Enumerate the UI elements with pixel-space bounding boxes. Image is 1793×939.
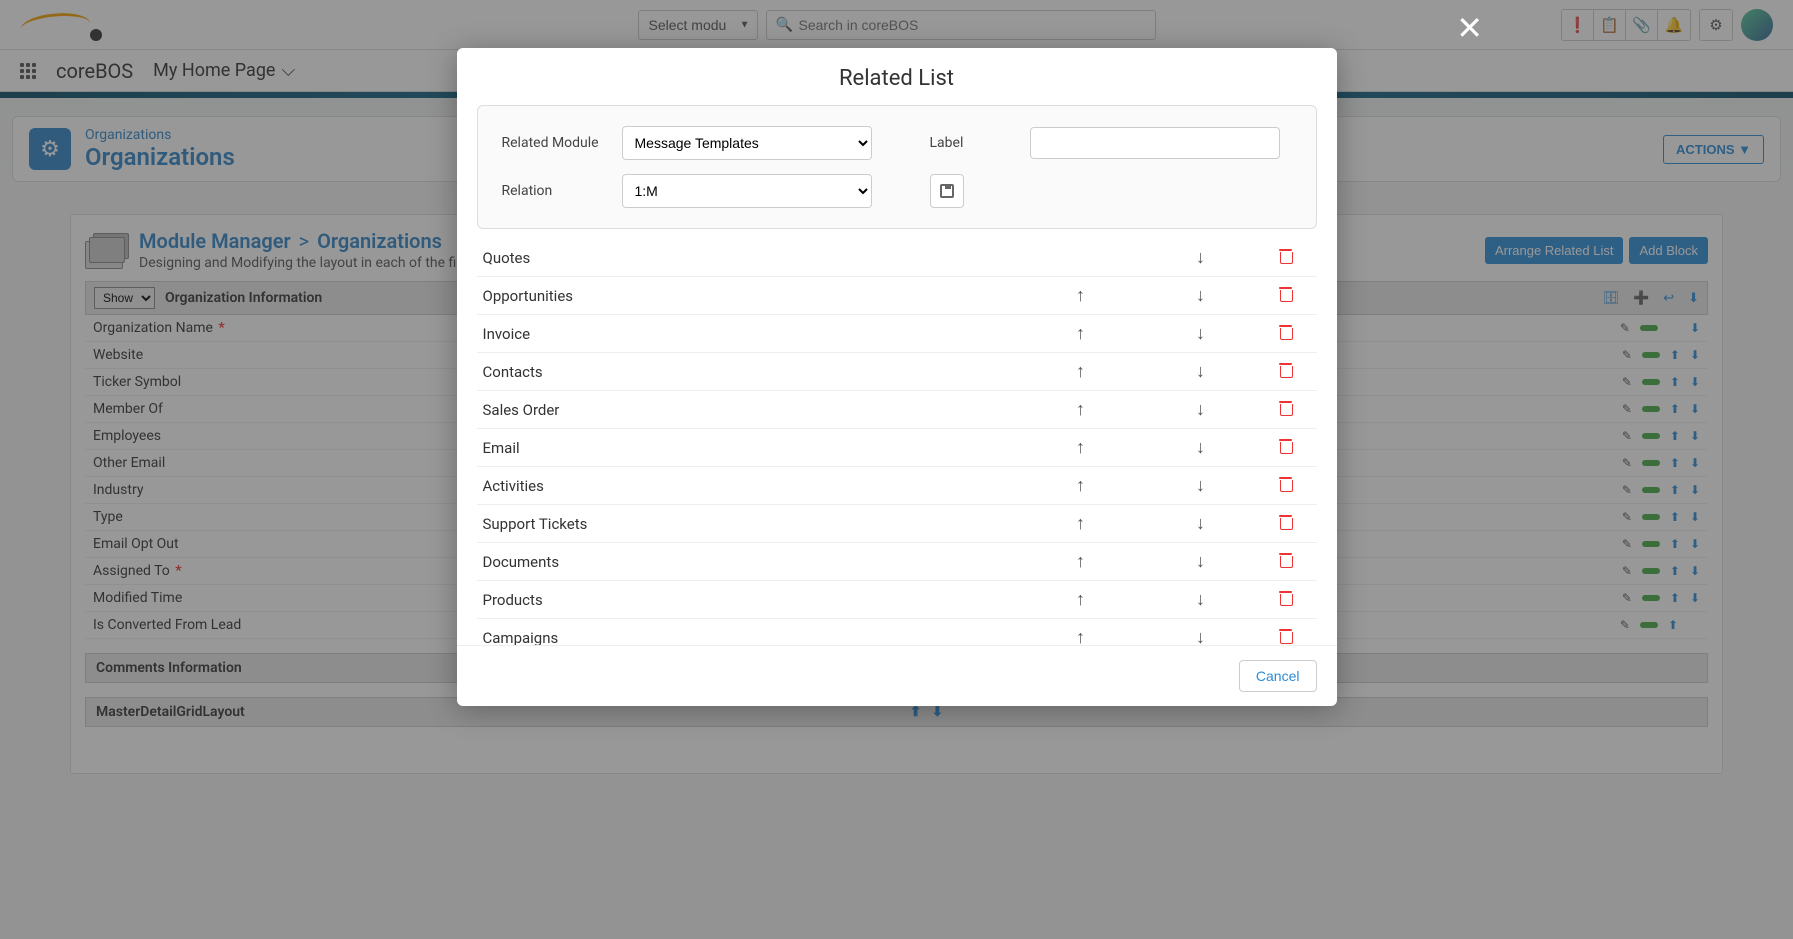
move-up-button[interactable]: ↑ [1021,513,1141,534]
move-down-button[interactable]: ↓ [1141,399,1261,420]
label-field-label: Label [930,135,1030,151]
move-up-button[interactable]: ↑ [1021,475,1141,496]
move-up-button[interactable]: ↑ [1021,361,1141,382]
related-module-name: Contacts [483,363,1021,381]
arrow-up-icon: ↑ [1076,551,1085,572]
related-list-row: Quotes ↓ [477,239,1317,277]
arrow-down-icon: ↓ [1196,513,1205,534]
label-input[interactable] [1030,127,1280,159]
related-list-row: Opportunities ↑ ↓ [477,277,1317,315]
delete-button[interactable] [1261,589,1311,610]
move-down-button[interactable]: ↓ [1141,285,1261,306]
move-up-button[interactable]: ↑ [1021,589,1141,610]
move-up-button[interactable]: ↑ [1021,437,1141,458]
move-down-button[interactable]: ↓ [1141,513,1261,534]
arrow-up-icon: ↑ [1076,285,1085,306]
arrow-up-icon: ↑ [1076,513,1085,534]
form-panel: Related Module Message Templates Label R… [477,105,1317,229]
arrow-down-icon: ↓ [1196,551,1205,572]
arrow-down-icon: ↓ [1196,247,1205,268]
cancel-button[interactable]: Cancel [1239,660,1317,692]
arrow-up-icon: ↑ [1076,589,1085,610]
delete-button[interactable] [1261,627,1311,645]
move-down-button[interactable]: ↓ [1141,437,1261,458]
delete-button[interactable] [1261,475,1311,496]
save-icon [940,184,954,198]
move-up-button[interactable]: ↑ [1021,285,1141,306]
relation-select[interactable]: 1:M [622,174,872,208]
related-list-row: Contacts ↑ ↓ [477,353,1317,391]
arrow-down-icon: ↓ [1196,285,1205,306]
close-icon[interactable]: ✕ [1456,12,1483,44]
move-up-button[interactable]: ↑ [1021,551,1141,572]
arrow-up-icon: ↑ [1076,323,1085,344]
delete-button[interactable] [1261,247,1311,268]
move-down-button[interactable]: ↓ [1141,589,1261,610]
related-module-name: Quotes [483,249,1021,267]
delete-button[interactable] [1261,437,1311,458]
move-up-button[interactable]: ↑ [1021,323,1141,344]
relation-label: Relation [502,183,622,199]
delete-button[interactable] [1261,399,1311,420]
related-module-name: Email [483,439,1021,457]
arrow-up-icon: ↑ [1076,361,1085,382]
trash-icon [1279,591,1292,605]
trash-icon [1279,249,1292,263]
related-list-row: Campaigns ↑ ↓ [477,619,1317,645]
delete-button[interactable] [1261,323,1311,344]
related-list-row: Products ↑ ↓ [477,581,1317,619]
move-down-button[interactable]: ↓ [1141,475,1261,496]
move-down-button[interactable]: ↓ [1141,323,1261,344]
trash-icon [1279,287,1292,301]
trash-icon [1279,553,1292,567]
related-module-name: Opportunities [483,287,1021,305]
delete-button[interactable] [1261,551,1311,572]
arrow-down-icon: ↓ [1196,437,1205,458]
related-list-row: Support Tickets ↑ ↓ [477,505,1317,543]
arrow-down-icon: ↓ [1196,627,1205,645]
related-module-select[interactable]: Message Templates [622,126,872,160]
trash-icon [1279,401,1292,415]
trash-icon [1279,629,1292,643]
move-down-button[interactable]: ↓ [1141,627,1261,645]
move-down-button[interactable]: ↓ [1141,247,1261,268]
arrow-up-icon: ↑ [1076,399,1085,420]
related-module-name: Sales Order [483,401,1021,419]
delete-button[interactable] [1261,361,1311,382]
related-module-name: Documents [483,553,1021,571]
arrow-down-icon: ↓ [1196,475,1205,496]
trash-icon [1279,439,1292,453]
arrow-up-icon: ↑ [1076,475,1085,496]
related-module-name: Support Tickets [483,515,1021,533]
arrow-up-icon: ↑ [1076,437,1085,458]
related-module-label: Related Module [502,135,622,151]
related-list-row: Invoice ↑ ↓ [477,315,1317,353]
related-module-name: Activities [483,477,1021,495]
trash-icon [1279,477,1292,491]
move-down-button[interactable]: ↓ [1141,551,1261,572]
related-list-row: Email ↑ ↓ [477,429,1317,467]
arrow-up-icon: ↑ [1076,627,1085,645]
delete-button[interactable] [1261,513,1311,534]
related-module-name: Invoice [483,325,1021,343]
trash-icon [1279,515,1292,529]
trash-icon [1279,325,1292,339]
save-button[interactable] [930,174,964,208]
related-list-row: Sales Order ↑ ↓ [477,391,1317,429]
arrow-down-icon: ↓ [1196,589,1205,610]
related-module-name: Campaigns [483,629,1021,646]
related-list-row: Documents ↑ ↓ [477,543,1317,581]
arrow-down-icon: ↓ [1196,399,1205,420]
move-down-button[interactable]: ↓ [1141,361,1261,382]
related-list-modal: Related List Related Module Message Temp… [457,48,1337,706]
move-up-button[interactable]: ↑ [1021,627,1141,645]
modal-title: Related List [457,48,1337,105]
delete-button[interactable] [1261,285,1311,306]
related-module-name: Products [483,591,1021,609]
move-up-button[interactable]: ↑ [1021,399,1141,420]
related-list-row: Activities ↑ ↓ [477,467,1317,505]
arrow-down-icon: ↓ [1196,323,1205,344]
trash-icon [1279,363,1292,377]
arrow-down-icon: ↓ [1196,361,1205,382]
